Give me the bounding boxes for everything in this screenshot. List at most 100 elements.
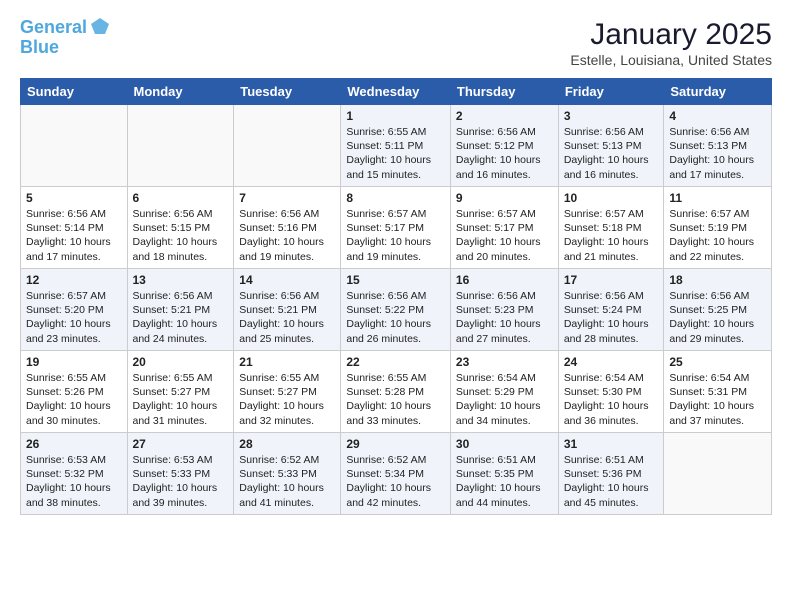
day-info-line: Sunset: 5:30 PM	[564, 385, 659, 399]
table-row: 6Sunrise: 6:56 AMSunset: 5:15 PMDaylight…	[127, 187, 234, 269]
table-row: 5Sunrise: 6:56 AMSunset: 5:14 PMDaylight…	[21, 187, 128, 269]
day-info-line: Daylight: 10 hours	[456, 317, 553, 331]
day-info-line: and 18 minutes.	[133, 250, 229, 264]
table-row: 10Sunrise: 6:57 AMSunset: 5:18 PMDayligh…	[558, 187, 664, 269]
table-row: 21Sunrise: 6:55 AMSunset: 5:27 PMDayligh…	[234, 351, 341, 433]
day-info-line: Daylight: 10 hours	[346, 153, 445, 167]
table-row: 27Sunrise: 6:53 AMSunset: 5:33 PMDayligh…	[127, 433, 234, 515]
day-info-line: and 29 minutes.	[669, 332, 766, 346]
table-row: 20Sunrise: 6:55 AMSunset: 5:27 PMDayligh…	[127, 351, 234, 433]
day-info-line: Sunrise: 6:57 AM	[456, 207, 553, 221]
table-row: 31Sunrise: 6:51 AMSunset: 5:36 PMDayligh…	[558, 433, 664, 515]
day-info-line: Daylight: 10 hours	[26, 399, 122, 413]
day-number: 17	[564, 273, 659, 287]
day-info-line: Daylight: 10 hours	[346, 317, 445, 331]
day-info-line: Daylight: 10 hours	[564, 399, 659, 413]
header-wednesday: Wednesday	[341, 79, 451, 105]
day-info-line: and 45 minutes.	[564, 496, 659, 510]
day-info-line: Sunrise: 6:55 AM	[346, 125, 445, 139]
day-number: 29	[346, 437, 445, 451]
day-info-line: Sunset: 5:13 PM	[564, 139, 659, 153]
day-number: 31	[564, 437, 659, 451]
day-number: 26	[26, 437, 122, 451]
day-info-line: and 34 minutes.	[456, 414, 553, 428]
day-info-line: Sunset: 5:36 PM	[564, 467, 659, 481]
table-row	[21, 105, 128, 187]
day-number: 9	[456, 191, 553, 205]
day-info-line: and 36 minutes.	[564, 414, 659, 428]
day-info-line: and 33 minutes.	[346, 414, 445, 428]
day-number: 6	[133, 191, 229, 205]
day-info-line: Sunrise: 6:56 AM	[133, 207, 229, 221]
day-info-line: Sunrise: 6:53 AM	[26, 453, 122, 467]
day-info-line: Sunset: 5:31 PM	[669, 385, 766, 399]
day-info-line: Sunrise: 6:56 AM	[346, 289, 445, 303]
table-row: 13Sunrise: 6:56 AMSunset: 5:21 PMDayligh…	[127, 269, 234, 351]
day-info-line: Sunset: 5:17 PM	[456, 221, 553, 235]
day-info-line: Sunset: 5:27 PM	[239, 385, 335, 399]
day-info-line: and 19 minutes.	[346, 250, 445, 264]
day-info-line: Sunrise: 6:52 AM	[239, 453, 335, 467]
table-row: 28Sunrise: 6:52 AMSunset: 5:33 PMDayligh…	[234, 433, 341, 515]
day-number: 5	[26, 191, 122, 205]
month-title: January 2025	[570, 18, 772, 52]
day-number: 11	[669, 191, 766, 205]
day-number: 22	[346, 355, 445, 369]
day-info-line: Sunset: 5:12 PM	[456, 139, 553, 153]
day-info-line: Daylight: 10 hours	[669, 317, 766, 331]
day-info-line: and 31 minutes.	[133, 414, 229, 428]
day-info-line: Daylight: 10 hours	[133, 399, 229, 413]
day-info-line: Sunrise: 6:56 AM	[239, 207, 335, 221]
day-info-line: Sunset: 5:28 PM	[346, 385, 445, 399]
day-info-line: Daylight: 10 hours	[239, 317, 335, 331]
day-info-line: Daylight: 10 hours	[456, 235, 553, 249]
table-row: 1Sunrise: 6:55 AMSunset: 5:11 PMDaylight…	[341, 105, 451, 187]
header: General Blue January 2025 Estelle, Louis…	[20, 18, 772, 68]
table-row: 25Sunrise: 6:54 AMSunset: 5:31 PMDayligh…	[664, 351, 772, 433]
day-info-line: Daylight: 10 hours	[346, 481, 445, 495]
calendar-week-row: 1Sunrise: 6:55 AMSunset: 5:11 PMDaylight…	[21, 105, 772, 187]
day-info-line: Daylight: 10 hours	[239, 235, 335, 249]
day-info-line: Sunset: 5:19 PM	[669, 221, 766, 235]
day-info-line: and 24 minutes.	[133, 332, 229, 346]
table-row: 30Sunrise: 6:51 AMSunset: 5:35 PMDayligh…	[450, 433, 558, 515]
day-number: 1	[346, 109, 445, 123]
day-number: 7	[239, 191, 335, 205]
day-info-line: and 17 minutes.	[669, 168, 766, 182]
table-row: 8Sunrise: 6:57 AMSunset: 5:17 PMDaylight…	[341, 187, 451, 269]
day-info-line: Sunset: 5:13 PM	[669, 139, 766, 153]
day-info-line: Sunset: 5:29 PM	[456, 385, 553, 399]
day-info-line: Sunrise: 6:54 AM	[669, 371, 766, 385]
day-info-line: and 37 minutes.	[669, 414, 766, 428]
table-row	[234, 105, 341, 187]
header-tuesday: Tuesday	[234, 79, 341, 105]
day-info-line: and 22 minutes.	[669, 250, 766, 264]
day-info-line: Sunrise: 6:57 AM	[26, 289, 122, 303]
day-info-line: Sunrise: 6:57 AM	[564, 207, 659, 221]
day-info-line: Sunrise: 6:56 AM	[456, 125, 553, 139]
day-info-line: Sunset: 5:34 PM	[346, 467, 445, 481]
table-row: 24Sunrise: 6:54 AMSunset: 5:30 PMDayligh…	[558, 351, 664, 433]
day-info-line: Sunset: 5:17 PM	[346, 221, 445, 235]
day-info-line: Daylight: 10 hours	[564, 235, 659, 249]
day-number: 2	[456, 109, 553, 123]
day-number: 3	[564, 109, 659, 123]
day-info-line: Sunrise: 6:54 AM	[564, 371, 659, 385]
day-info-line: Daylight: 10 hours	[669, 153, 766, 167]
day-info-line: Sunrise: 6:55 AM	[346, 371, 445, 385]
day-info-line: Sunrise: 6:51 AM	[564, 453, 659, 467]
day-info-line: Daylight: 10 hours	[669, 235, 766, 249]
day-info-line: Sunset: 5:18 PM	[564, 221, 659, 235]
day-number: 28	[239, 437, 335, 451]
day-info-line: Sunset: 5:23 PM	[456, 303, 553, 317]
logo-text-line1: General	[20, 18, 87, 38]
table-row: 29Sunrise: 6:52 AMSunset: 5:34 PMDayligh…	[341, 433, 451, 515]
day-info-line: Daylight: 10 hours	[239, 481, 335, 495]
header-monday: Monday	[127, 79, 234, 105]
day-info-line: Daylight: 10 hours	[133, 481, 229, 495]
day-info-line: Daylight: 10 hours	[346, 235, 445, 249]
table-row: 9 Sunrise: 6:57 AMSunset: 5:17 PMDaylight…	[450, 187, 558, 269]
day-info-line: Daylight: 10 hours	[669, 399, 766, 413]
day-number: 19	[26, 355, 122, 369]
day-info-line: Sunrise: 6:57 AM	[669, 207, 766, 221]
